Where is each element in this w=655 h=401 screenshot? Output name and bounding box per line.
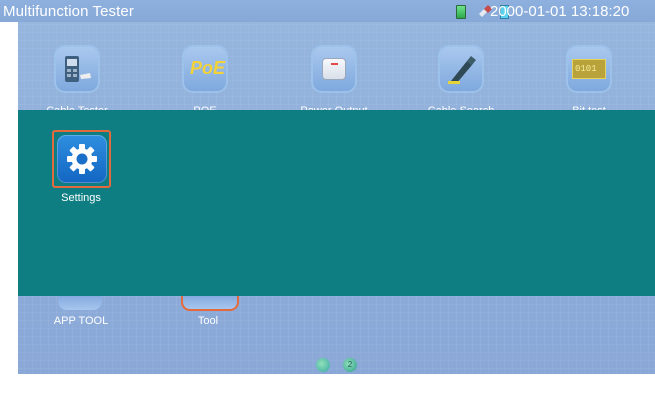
battery-icon	[456, 5, 466, 19]
settings-label: Settings	[61, 192, 101, 204]
tool-icon[interactable]	[181, 296, 239, 311]
datetime: 2000-01-01 13:18:20	[490, 3, 630, 20]
bit-test-badge: 0101	[575, 64, 597, 74]
page-indicator-number: 2	[347, 360, 353, 369]
gear-icon	[67, 144, 97, 174]
page-indicator-dot-1[interactable]	[316, 358, 330, 372]
home-screen: Cable Tester PoE POE Power Output Cable …	[0, 0, 655, 401]
power-output-icon[interactable]	[313, 47, 355, 91]
screen-bottom-border	[0, 374, 655, 401]
app-label-app-tool: APP TOOL	[53, 315, 109, 327]
poe-icon[interactable]: PoE	[184, 47, 226, 91]
poe-badge: PoE	[190, 58, 226, 78]
app-title: Multifunction Tester	[3, 3, 134, 20]
cable-tester-icon[interactable]	[56, 47, 98, 91]
cable-search-icon[interactable]	[440, 47, 482, 91]
app-tool-icon[interactable]	[58, 296, 102, 310]
bit-test-icon[interactable]: 0101	[568, 47, 610, 91]
status-bar: Multifunction Tester 2000-01-01 13:18:20	[0, 0, 655, 22]
app-label-tool: Tool	[197, 315, 219, 327]
screen-left-border	[0, 22, 18, 401]
page-indicator-dot-2[interactable]: 2	[343, 358, 357, 372]
settings-app-button[interactable]	[57, 135, 107, 183]
